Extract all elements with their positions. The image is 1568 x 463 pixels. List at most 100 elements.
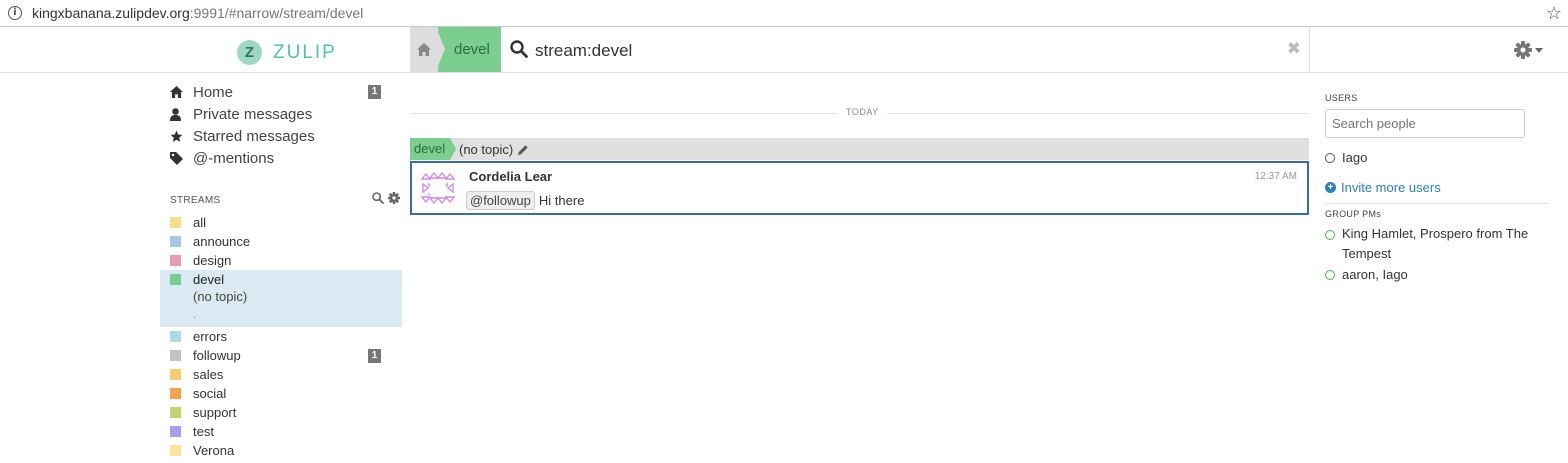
stream-name: announce	[193, 234, 251, 249]
message-text: Hi there	[538, 193, 585, 208]
header-divider	[1309, 27, 1310, 72]
star-icon	[170, 130, 183, 142]
sidebar-divider	[1325, 203, 1548, 204]
message-sender[interactable]: Cordelia Lear	[469, 169, 552, 184]
stream-item-design[interactable]: design	[170, 251, 231, 270]
message-timestamp[interactable]: 12:37 AM	[1255, 171, 1297, 182]
pencil-icon[interactable]	[517, 144, 529, 156]
group-pm-line: Tempest	[1342, 246, 1392, 261]
zulip-logo-text: ZULIP	[273, 41, 337, 63]
site-info-icon[interactable]: i	[8, 6, 22, 20]
stream-name: all	[193, 215, 207, 230]
stream-item-announce[interactable]: announce	[170, 232, 250, 251]
gear-icon[interactable]	[388, 192, 400, 204]
stream-color-swatch	[170, 236, 181, 247]
stream-color-swatch	[170, 217, 181, 228]
streams-tools	[372, 192, 400, 204]
app-header: Z ZULIP devel stream:devel ✖	[0, 27, 1568, 73]
settings-menu-button[interactable]	[1514, 41, 1543, 59]
stream-item-followup[interactable]: followup	[170, 346, 241, 365]
user-mention[interactable]: @followup	[466, 191, 535, 210]
topic-item-no-topic[interactable]: (no topic)	[193, 289, 247, 304]
recipient-topic-label: (no topic)	[459, 142, 514, 157]
stream-item-devel[interactable]: devel	[170, 270, 224, 289]
sidebar-item-label: @-mentions	[193, 149, 275, 167]
stream-item-sales[interactable]: sales	[170, 365, 223, 384]
unread-count-badge: 1	[368, 85, 381, 99]
url-path: :9991/#narrow/stream/devel	[189, 5, 364, 21]
search-bar[interactable]: stream:devel ✖	[508, 27, 1309, 72]
sidebar-item-home[interactable]: Home	[170, 81, 233, 103]
search-people-input[interactable]	[1325, 109, 1525, 138]
home-icon	[417, 43, 431, 56]
stream-item-test[interactable]: test	[170, 422, 214, 441]
browser-address-bar[interactable]: i kingxbanana.zulipdev.org:9991/#narrow/…	[0, 0, 1568, 27]
stream-name: errors	[193, 329, 227, 344]
narrow-stream-button[interactable]: devel	[438, 27, 501, 72]
stream-name: followup	[193, 348, 241, 363]
sidebar-item-private-messages[interactable]: Private messages	[170, 103, 312, 125]
plus-circle-icon: +	[1325, 182, 1336, 193]
tag-icon	[170, 151, 183, 165]
sidebar-item-mentions[interactable]: @-mentions	[170, 147, 274, 169]
search-input[interactable]: stream:devel	[535, 41, 632, 61]
stream-color-swatch	[170, 426, 181, 437]
url-host: kingxbanana.zulipdev.org	[32, 5, 190, 21]
url-text[interactable]: kingxbanana.zulipdev.org:9991/#narrow/st…	[32, 5, 363, 21]
chevron-down-icon	[1535, 47, 1543, 53]
user-icon	[170, 107, 181, 121]
date-label: TODAY	[838, 107, 887, 117]
presence-active-icon	[1325, 230, 1335, 240]
stream-item-errors[interactable]: errors	[170, 327, 227, 346]
group-pm-item[interactable]: aaron, Iago	[1325, 267, 1408, 282]
group-pm-label: aaron, Iago	[1342, 267, 1408, 282]
stream-color-swatch	[170, 407, 181, 418]
stream-color-swatch	[170, 350, 181, 361]
avatar[interactable]	[420, 170, 456, 206]
stream-color-swatch	[170, 445, 181, 456]
stream-color-swatch	[170, 274, 181, 285]
stream-color-swatch	[170, 388, 181, 399]
stream-name: sales	[193, 367, 224, 382]
sidebar-item-label: Starred messages	[193, 127, 315, 145]
clear-search-icon[interactable]: ✖	[1287, 39, 1301, 59]
recipient-bar[interactable]: devel (no topic)	[410, 138, 1309, 160]
message-row[interactable]: Cordelia Lear 12:37 AM @followup Hi ther…	[410, 161, 1309, 215]
stream-name: Verona	[193, 443, 235, 458]
recipient-topic[interactable]: (no topic)	[459, 142, 529, 157]
recipient-chevron	[450, 138, 456, 160]
narrow-home-button[interactable]	[410, 27, 438, 72]
search-streams-icon[interactable]	[372, 192, 384, 204]
invite-label: Invite more users	[1341, 180, 1441, 195]
sidebar-item-label: Home	[193, 83, 234, 101]
stream-item-support[interactable]: support	[170, 403, 236, 422]
gear-icon	[1514, 41, 1532, 59]
invite-more-users-link[interactable]: + Invite more users	[1325, 180, 1441, 195]
bookmark-star-icon[interactable]: ☆	[1546, 3, 1562, 24]
breadcrumb-chevron	[436, 27, 445, 71]
stream-name: support	[193, 405, 237, 420]
stream-name: test	[193, 424, 214, 439]
home-icon	[170, 86, 183, 98]
users-header: USERS	[1325, 93, 1358, 103]
group-pm-line: King Hamlet, Prospero from The	[1342, 226, 1529, 241]
stream-color-swatch	[170, 369, 181, 380]
stream-name: devel	[193, 272, 225, 287]
stream-color-swatch	[170, 255, 181, 266]
topic-list-more: .	[193, 307, 197, 321]
sidebar-item-starred-messages[interactable]: Starred messages	[170, 125, 315, 147]
user-list-item[interactable]: Iago	[1325, 150, 1367, 165]
stream-name: design	[193, 253, 232, 268]
group-pm-item[interactable]: King Hamlet, Prospero from The Tempest	[1325, 224, 1550, 264]
presence-active-icon	[1325, 270, 1335, 280]
stream-item-social[interactable]: social	[170, 384, 226, 403]
search-icon[interactable]	[510, 40, 528, 58]
zulip-logo[interactable]: Z ZULIP	[237, 40, 337, 65]
stream-item-verona[interactable]: Verona	[170, 441, 234, 460]
group-pm-label: King Hamlet, Prospero from The Tempest	[1342, 224, 1528, 264]
recipient-stream-label[interactable]: devel	[410, 138, 450, 160]
presence-idle-icon	[1325, 153, 1335, 163]
stream-name: social	[193, 386, 227, 401]
zulip-logo-icon: Z	[237, 40, 262, 65]
stream-item-all[interactable]: all	[170, 213, 206, 232]
